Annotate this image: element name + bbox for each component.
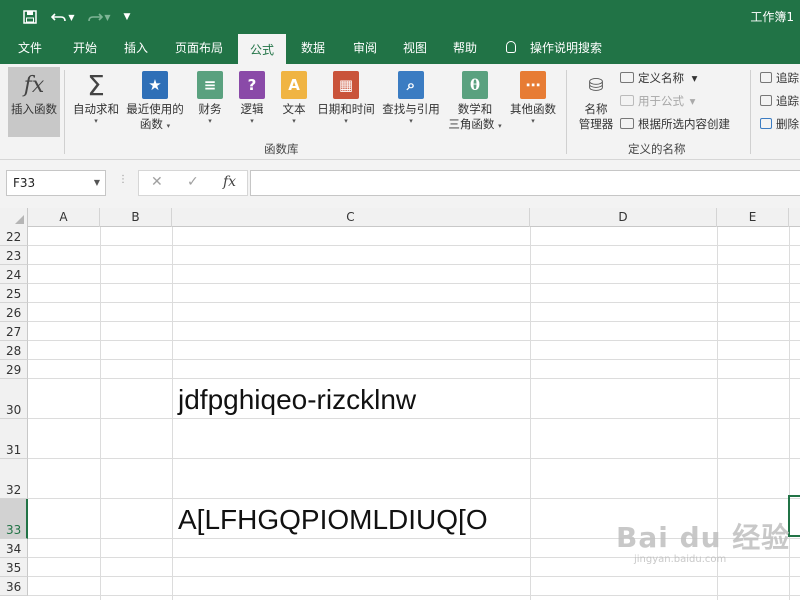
autosum-button[interactable]: Σ 自动求和 ▾ <box>70 67 122 137</box>
column-header-c[interactable]: C <box>172 208 530 227</box>
row-header-35[interactable]: 35 <box>0 558 28 577</box>
select-all-corner[interactable] <box>0 208 28 227</box>
cell-c33[interactable]: A[LFHGQPIOMLDIUQ[O <box>178 504 488 536</box>
use-in-formula-button[interactable]: 用于公式 ▾ <box>620 92 695 110</box>
column-header-a[interactable]: A <box>28 208 100 227</box>
math-trig-button[interactable]: θ 数学和 三角函数 ▾ <box>446 67 504 137</box>
star-icon: ★ <box>142 71 168 99</box>
row-header-27[interactable]: 27 <box>0 322 28 341</box>
insert-function-button[interactable]: fx 插入函数 <box>8 67 60 137</box>
financial-button[interactable]: ≡ 财务 ▾ <box>190 67 230 137</box>
row-header-33[interactable]: 33 <box>0 499 28 539</box>
remove-arrows-icon <box>760 118 772 129</box>
sigma-icon: Σ <box>87 68 105 102</box>
use-in-formula-icon <box>620 95 634 106</box>
redo-icon[interactable]: ▼ <box>84 6 114 28</box>
divider <box>64 70 65 154</box>
column-header-d[interactable]: D <box>530 208 717 227</box>
date-time-button[interactable]: ▦ 日期和时间 ▾ <box>314 67 378 137</box>
column-header-e[interactable]: E <box>717 208 789 227</box>
divider <box>750 70 751 154</box>
trace-dependents-icon <box>760 95 772 106</box>
define-name-icon <box>620 72 634 83</box>
lightbulb-icon <box>506 40 516 53</box>
ribbon-tabs: 文件 开始 插入 页面布局 公式 数据 审阅 视图 帮助 操作说明搜索 <box>0 34 800 64</box>
define-name-button[interactable]: 定义名称 ▾ <box>620 69 697 87</box>
save-icon[interactable] <box>20 6 40 28</box>
tab-formulas[interactable]: 公式 <box>238 34 286 64</box>
row-header-22[interactable]: 22 <box>0 227 28 246</box>
column-headers: A B C D E <box>0 208 800 227</box>
row-header-31[interactable]: 31 <box>0 419 28 459</box>
row-header-26[interactable]: 26 <box>0 303 28 322</box>
fx-icon: fx <box>23 72 45 98</box>
enter-icon[interactable]: ✓ <box>187 174 199 190</box>
tab-home[interactable]: 开始 <box>62 34 108 64</box>
ribbon: fx 插入函数 Σ 自动求和 ▾ ★ 最近使用的 函数 ▾ ≡ 财务 ▾ ? 逻… <box>0 64 800 160</box>
question-icon: ? <box>239 71 265 99</box>
undo-icon[interactable]: ▼ <box>48 6 78 28</box>
row-header-23[interactable]: 23 <box>0 246 28 265</box>
title-bar: ▼ ▼ ▼ 工作簿1 <box>0 0 800 34</box>
remove-arrows-button[interactable]: 删除 <box>760 115 799 133</box>
tell-me-label: 操作说明搜索 <box>530 41 603 55</box>
name-box-dropdown-icon[interactable]: ▼ <box>94 171 100 195</box>
formula-bar-area: F33 ▼ ⋮ ✕ ✓ fx <box>0 160 800 208</box>
text-button[interactable]: A 文本 ▾ <box>274 67 314 137</box>
trace-dependents-button[interactable]: 追踪 <box>760 92 799 110</box>
calendar-icon: ▦ <box>333 71 359 99</box>
trace-precedents-button[interactable]: 追踪 <box>760 69 799 87</box>
tab-help[interactable]: 帮助 <box>444 34 486 64</box>
name-box[interactable]: F33 ▼ <box>6 170 106 196</box>
customize-icon[interactable]: ▼ <box>120 6 134 28</box>
tab-data[interactable]: 数据 <box>292 34 334 64</box>
recently-used-button[interactable]: ★ 最近使用的 函数 ▾ <box>124 67 186 137</box>
theta-icon: θ <box>462 71 488 99</box>
coins-icon: ≡ <box>197 71 223 99</box>
formula-input[interactable] <box>250 170 800 196</box>
group-label-defined-names: 定义的名称 <box>628 142 686 156</box>
row-header-29[interactable]: 29 <box>0 360 28 379</box>
watermark: Bai du 经验 jingyan.baidu.com <box>616 516 790 565</box>
tab-insert[interactable]: 插入 <box>114 34 158 64</box>
divider <box>566 70 567 154</box>
text-a-icon: A <box>281 71 307 99</box>
insert-function-icon[interactable]: fx <box>223 174 236 190</box>
tab-page-layout[interactable]: 页面布局 <box>166 34 232 64</box>
more-functions-button[interactable]: ⋯ 其他函数 ▾ <box>506 67 560 137</box>
tell-me-search[interactable]: 操作说明搜索 <box>506 34 602 64</box>
magnifier-icon: ⌕ <box>398 71 424 99</box>
row-header-24[interactable]: 24 <box>0 265 28 284</box>
more-functions-icon: ⋯ <box>520 71 546 99</box>
formula-buttons: ✕ ✓ fx <box>138 170 248 196</box>
row-header-30[interactable]: 30 <box>0 379 28 419</box>
row-header-34[interactable]: 34 <box>0 539 28 558</box>
row-header-32[interactable]: 32 <box>0 459 28 499</box>
tab-view[interactable]: 视图 <box>394 34 436 64</box>
create-from-selection-button[interactable]: 根据所选内容创建 <box>620 115 730 133</box>
window-title: 工作簿1 <box>750 10 794 24</box>
worksheet-grid[interactable]: A B C D E 22 23 24 25 26 27 28 29 30 31 … <box>0 208 800 600</box>
tab-file[interactable]: 文件 <box>8 34 52 64</box>
logical-button[interactable]: ? 逻辑 ▾ <box>232 67 272 137</box>
trace-precedents-icon <box>760 72 772 83</box>
row-header-28[interactable]: 28 <box>0 341 28 360</box>
watermark-brand: Bai du 经验 <box>616 521 791 554</box>
row-header-36[interactable]: 36 <box>0 577 28 596</box>
cell-c30[interactable]: jdfpghiqeo-rizcklnw <box>178 384 416 416</box>
group-label-function-library: 函数库 <box>264 142 299 156</box>
splitter-handle[interactable]: ⋮ <box>118 174 128 185</box>
row-header-25[interactable]: 25 <box>0 284 28 303</box>
lookup-reference-button[interactable]: ⌕ 查找与引用 ▾ <box>380 67 442 137</box>
name-manager-button[interactable]: ⛁ 名称 管理器 <box>574 67 618 137</box>
name-manager-icon: ⛁ <box>588 74 604 96</box>
tab-review[interactable]: 审阅 <box>344 34 386 64</box>
column-header-b[interactable]: B <box>100 208 172 227</box>
create-from-selection-icon <box>620 118 634 129</box>
cancel-icon[interactable]: ✕ <box>151 174 163 190</box>
